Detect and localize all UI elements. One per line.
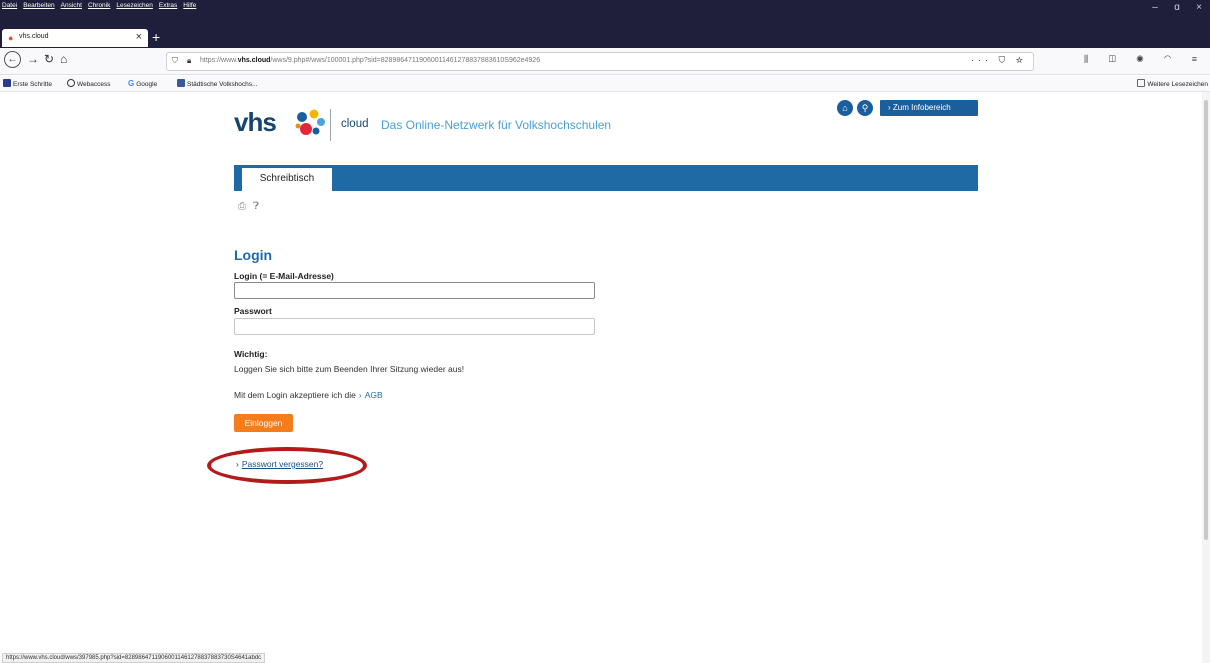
help-icon[interactable]: ❓︎ (253, 201, 266, 212)
facebook-icon (177, 79, 185, 87)
forward-arrow-icon[interactable]: → (27, 52, 39, 66)
home-icon[interactable]: ⌂ (60, 52, 67, 66)
menu-extras[interactable]: Extras (159, 2, 177, 9)
password-label: Passwort (234, 306, 272, 316)
tab-bar (0, 27, 1210, 48)
bookmarks-more-folder[interactable]: Weitere Lesezeichen (1137, 79, 1208, 88)
menu-list: Datei Bearbeiten Ansicht Chronik Lesezei… (0, 0, 202, 11)
tab-schreibtisch[interactable]: Schreibtisch (242, 165, 332, 191)
tab-title: vhs.cloud (19, 33, 49, 40)
agb-line: Mit dem Login akzeptiere ich die › AGB (234, 390, 383, 400)
email-label: Login (= E-Mail-Adresse) (234, 271, 334, 281)
padlock-icon[interactable]: 🔒︎ (187, 56, 191, 66)
info-area-button[interactable]: › Zum Infobereich (880, 100, 978, 116)
globe-icon (67, 79, 75, 87)
menu-bearbeiten[interactable]: Bearbeiten (23, 2, 54, 9)
bookmarks-toolbar: Erste Schritte Webaccess G Google Städtis… (0, 76, 1210, 92)
browser-tab-active[interactable]: ● vhs.cloud × (2, 29, 148, 47)
url-page-actions[interactable]: ··· ⛉ ☆ (971, 55, 1027, 66)
tracking-shield-icon[interactable]: ⛉ (172, 56, 178, 66)
bookmark-webaccess[interactable]: Webaccess (67, 79, 110, 88)
brand-tagline: Das Online-Netzwerk für Volkshochschulen (381, 118, 612, 132)
password-field[interactable] (234, 318, 595, 335)
logo-text: vhs (234, 107, 277, 137)
forgot-password-line: › Passwort vergessen? (236, 459, 323, 469)
reload-icon[interactable]: ↻ (44, 52, 54, 66)
logo-dots-icon (295, 109, 325, 135)
menu-datei[interactable]: Datei (2, 2, 17, 9)
toolbar-icons[interactable]: ⫼ ◫ ◉ ◠ ≡ (1084, 54, 1206, 65)
browser-menubar: Datei Bearbeiten Ansicht Chronik Lesezei… (0, 0, 1210, 27)
page-tools: ⎙❓︎ (238, 201, 266, 212)
agb-text: Mit dem Login akzeptiere ich die (234, 390, 356, 400)
lock-icon[interactable]: ⌂ (837, 100, 853, 116)
agb-link[interactable]: AGB (365, 390, 383, 400)
important-note-title: Wichtig: (234, 349, 268, 359)
url-text[interactable]: https://www.vhs.cloud/wws/9.php#/wws/100… (200, 57, 540, 64)
important-note-text: Loggen Sie sich bitte zum Beenden Ihrer … (234, 364, 465, 374)
logo-divider (330, 109, 331, 141)
vhs-logo[interactable]: vhs (234, 107, 325, 141)
menu-hilfe[interactable]: Hilfe (183, 2, 196, 9)
main-nav-strip: Schreibtisch (234, 165, 978, 191)
scrollbar-thumb[interactable] (1204, 100, 1208, 540)
folder-icon (1137, 79, 1146, 87)
window-controls: – ɑ × (1144, 2, 1210, 13)
print-icon[interactable]: ⎙ (238, 201, 253, 212)
url-bar[interactable]: ⛉ 🔒︎ https://www.vhs.cloud/wws/9.php#/ww… (166, 52, 1034, 71)
minimize-button[interactable]: – (1144, 2, 1166, 13)
close-window-button[interactable]: × (1188, 2, 1210, 13)
vhs-favicon-icon: ● (8, 33, 14, 43)
search-icon[interactable]: ⚲ (857, 100, 873, 116)
new-tab-button[interactable]: + (152, 29, 160, 45)
page-scrollbar[interactable] (1202, 92, 1210, 663)
back-arrow-icon[interactable]: ← (4, 51, 21, 68)
tab-close-icon[interactable]: × (136, 31, 142, 43)
navigation-toolbar: ← → ↻ ⌂ ⛉ 🔒︎ https://www.vhs.cloud/wws/9… (0, 48, 1210, 75)
login-submit-button[interactable]: Einloggen (234, 414, 293, 432)
chevron-right-icon: › (358, 390, 362, 400)
brand-cloud-label: cloud (341, 118, 369, 130)
google-icon: G (128, 79, 135, 88)
menu-ansicht[interactable]: Ansicht (61, 2, 82, 9)
bookmark-logo-icon (3, 79, 11, 87)
menu-lesezeichen[interactable]: Lesezeichen (116, 2, 153, 9)
status-bar-url: https://www.vhs.cloud/wws/397985.php?sid… (2, 653, 266, 663)
email-field[interactable] (234, 282, 595, 299)
chevron-right-icon: › (236, 459, 239, 469)
maximize-button[interactable]: ɑ (1166, 2, 1188, 13)
login-title: Login (234, 247, 273, 263)
bookmark-google[interactable]: G Google (128, 79, 157, 88)
menu-chronik[interactable]: Chronik (88, 2, 110, 9)
forgot-password-link[interactable]: Passwort vergessen? (242, 459, 323, 469)
bookmark-erste-schritte[interactable]: Erste Schritte (3, 79, 52, 88)
bookmark-staedtische-volkshochschule[interactable]: Städtische Volkshochs... (177, 79, 257, 88)
